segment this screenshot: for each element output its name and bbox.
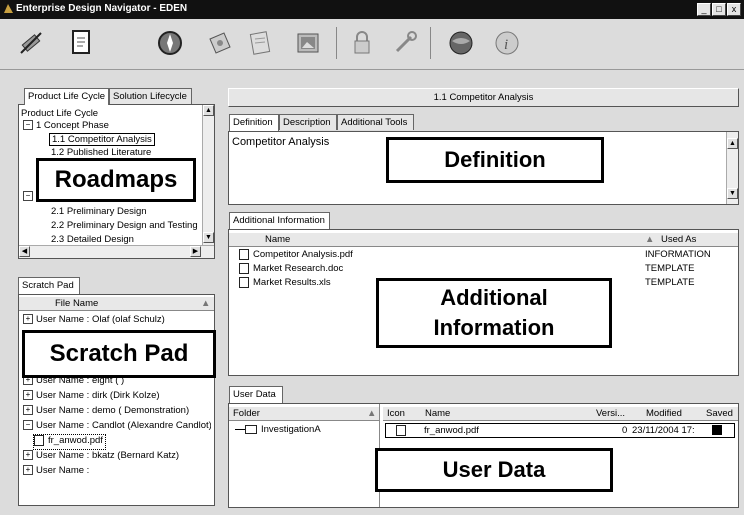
page-icon[interactable] — [203, 27, 237, 59]
sort-icon: ▲ — [645, 234, 655, 245]
table-row[interactable]: fr_anwod.pdf 0 23/11/2004 17: — [385, 423, 735, 438]
page-title: 1.1 Competitor Analysis — [228, 88, 739, 107]
tab-additional-information[interactable]: Additional Information — [229, 212, 330, 229]
saved-column[interactable]: Saved — [706, 408, 733, 419]
tab-scratch-pad[interactable]: Scratch Pad — [18, 277, 80, 294]
pdf-file-icon — [239, 249, 249, 260]
toolbar: i — [0, 19, 744, 70]
doc-file-icon — [239, 263, 249, 274]
user-data-label: User Data — [375, 448, 613, 492]
folder-pane: Folder ▲ InvestigationA — [229, 404, 380, 507]
pdf-file-icon — [396, 425, 406, 436]
name-column[interactable]: Name — [425, 408, 450, 419]
tree-node-preliminary-design-testing[interactable]: 2.2 Preliminary Design and Testing — [51, 220, 198, 231]
save-icon — [712, 425, 722, 435]
tree-node-concept-phase[interactable]: −1 Concept Phase — [23, 120, 109, 131]
files-header: Icon Name Versi... Modified Saved — [383, 407, 738, 421]
notepad-icon[interactable] — [243, 27, 277, 59]
folder-header: Folder ▲ — [229, 407, 379, 421]
list-item[interactable]: − User Name : Candlot (Alexandre Candlot) — [23, 420, 211, 434]
tab-description[interactable]: Description — [279, 114, 337, 130]
definition-scrollbar[interactable]: ▲ ▼ — [726, 132, 738, 204]
scratch-file-item[interactable]: fr_anwod.pdf — [33, 434, 106, 450]
sort-icon: ▲ — [201, 298, 211, 309]
tab-additional-tools[interactable]: Additional Tools — [337, 114, 414, 130]
table-row[interactable]: Competitor Analysis.pdf INFORMATION — [239, 249, 736, 263]
tree-vertical-scrollbar[interactable]: ▲ ▼ — [202, 105, 214, 245]
name-column[interactable]: Name — [265, 234, 290, 245]
lock-icon[interactable] — [345, 27, 379, 59]
scratch-pad-panel: File Name ▲ + User Name : Olaf (olaf Schu… — [18, 294, 215, 506]
scroll-up-icon[interactable]: ▲ — [727, 138, 738, 149]
folder-column[interactable]: Folder — [233, 408, 260, 419]
tree-horizontal-scrollbar[interactable]: ◀ ▶ — [19, 245, 214, 258]
folder-icon — [245, 424, 257, 434]
tree-root[interactable]: Product Life Cycle — [21, 108, 98, 119]
pdf-file-icon — [34, 435, 44, 446]
tab-definition[interactable]: Definition — [229, 114, 279, 131]
document-icon[interactable] — [64, 27, 98, 59]
definition-text[interactable]: Competitor Analysis — [232, 136, 329, 148]
folder-item[interactable]: InvestigationA — [235, 424, 321, 438]
list-item[interactable]: + User Name : — [23, 465, 89, 479]
additional-header: Name ▲ Used As — [229, 233, 738, 247]
table-row[interactable]: Market Research.doc TEMPLATE — [239, 263, 736, 277]
window-title: Enterprise Design Navigator - EDEN — [16, 3, 188, 14]
tree-node-detailed-design[interactable]: 2.3 Detailed Design — [51, 234, 134, 245]
scroll-down-icon[interactable]: ▼ — [727, 188, 738, 199]
globe-icon[interactable] — [153, 27, 187, 59]
used-as-column[interactable]: Used As — [661, 234, 696, 245]
tree-node-preliminary-design[interactable]: 2.1 Preliminary Design — [51, 206, 147, 217]
maximize-button[interactable]: □ — [712, 3, 726, 16]
tree-node-published-literature[interactable]: 1.2 Published Literature — [51, 147, 151, 158]
sort-icon: ▲ — [367, 408, 377, 419]
modified-column[interactable]: Modified — [646, 408, 682, 419]
list-item[interactable]: + User Name : bkatz (Bernard Katz) — [23, 450, 179, 464]
svg-text:i: i — [504, 37, 508, 53]
minimize-button[interactable]: _ — [697, 3, 711, 16]
tree-node-competitor-analysis[interactable]: 1.1 Competitor Analysis — [49, 133, 155, 146]
earth-icon[interactable] — [444, 27, 478, 59]
icon-column[interactable]: Icon — [387, 408, 405, 419]
list-item[interactable]: + User Name : demo ( Demonstration) — [23, 405, 189, 419]
wrench-icon[interactable] — [388, 27, 422, 59]
tab-solution-lifecycle[interactable]: Solution Lifecycle — [109, 88, 192, 104]
version-column[interactable]: Versi... — [596, 408, 625, 419]
list-item[interactable]: + User Name : dirk (Dirk Kolze) — [23, 390, 160, 404]
app-icon — [4, 4, 13, 13]
tab-user-data[interactable]: User Data — [229, 386, 283, 403]
scroll-right-icon[interactable]: ▶ — [190, 246, 201, 257]
info-icon[interactable]: i — [490, 27, 524, 59]
tab-product-life-cycle[interactable]: Product Life Cycle — [24, 88, 109, 105]
scratch-pad-label: Scratch Pad — [22, 330, 216, 378]
additional-information-label: Additional Information — [376, 278, 612, 348]
close-button[interactable]: x — [727, 3, 741, 16]
scratch-header: File Name ▲ — [19, 297, 214, 311]
tree-node-collapsed[interactable]: − — [23, 191, 36, 202]
roadmaps-label: Roadmaps — [36, 158, 196, 202]
title-bar: Enterprise Design Navigator - EDEN _ □ x — [0, 0, 744, 19]
scroll-up-icon[interactable]: ▲ — [203, 105, 214, 116]
scroll-left-icon[interactable]: ◀ — [19, 246, 30, 257]
file-name-column[interactable]: File Name — [55, 298, 98, 309]
xls-file-icon — [239, 277, 249, 288]
satellite-icon[interactable] — [14, 27, 48, 59]
list-item[interactable]: + User Name : Olaf (olaf Schulz) — [23, 314, 165, 328]
definition-label: Definition — [386, 137, 604, 183]
picture-icon[interactable] — [291, 27, 325, 59]
scroll-down-icon[interactable]: ▼ — [203, 232, 214, 243]
